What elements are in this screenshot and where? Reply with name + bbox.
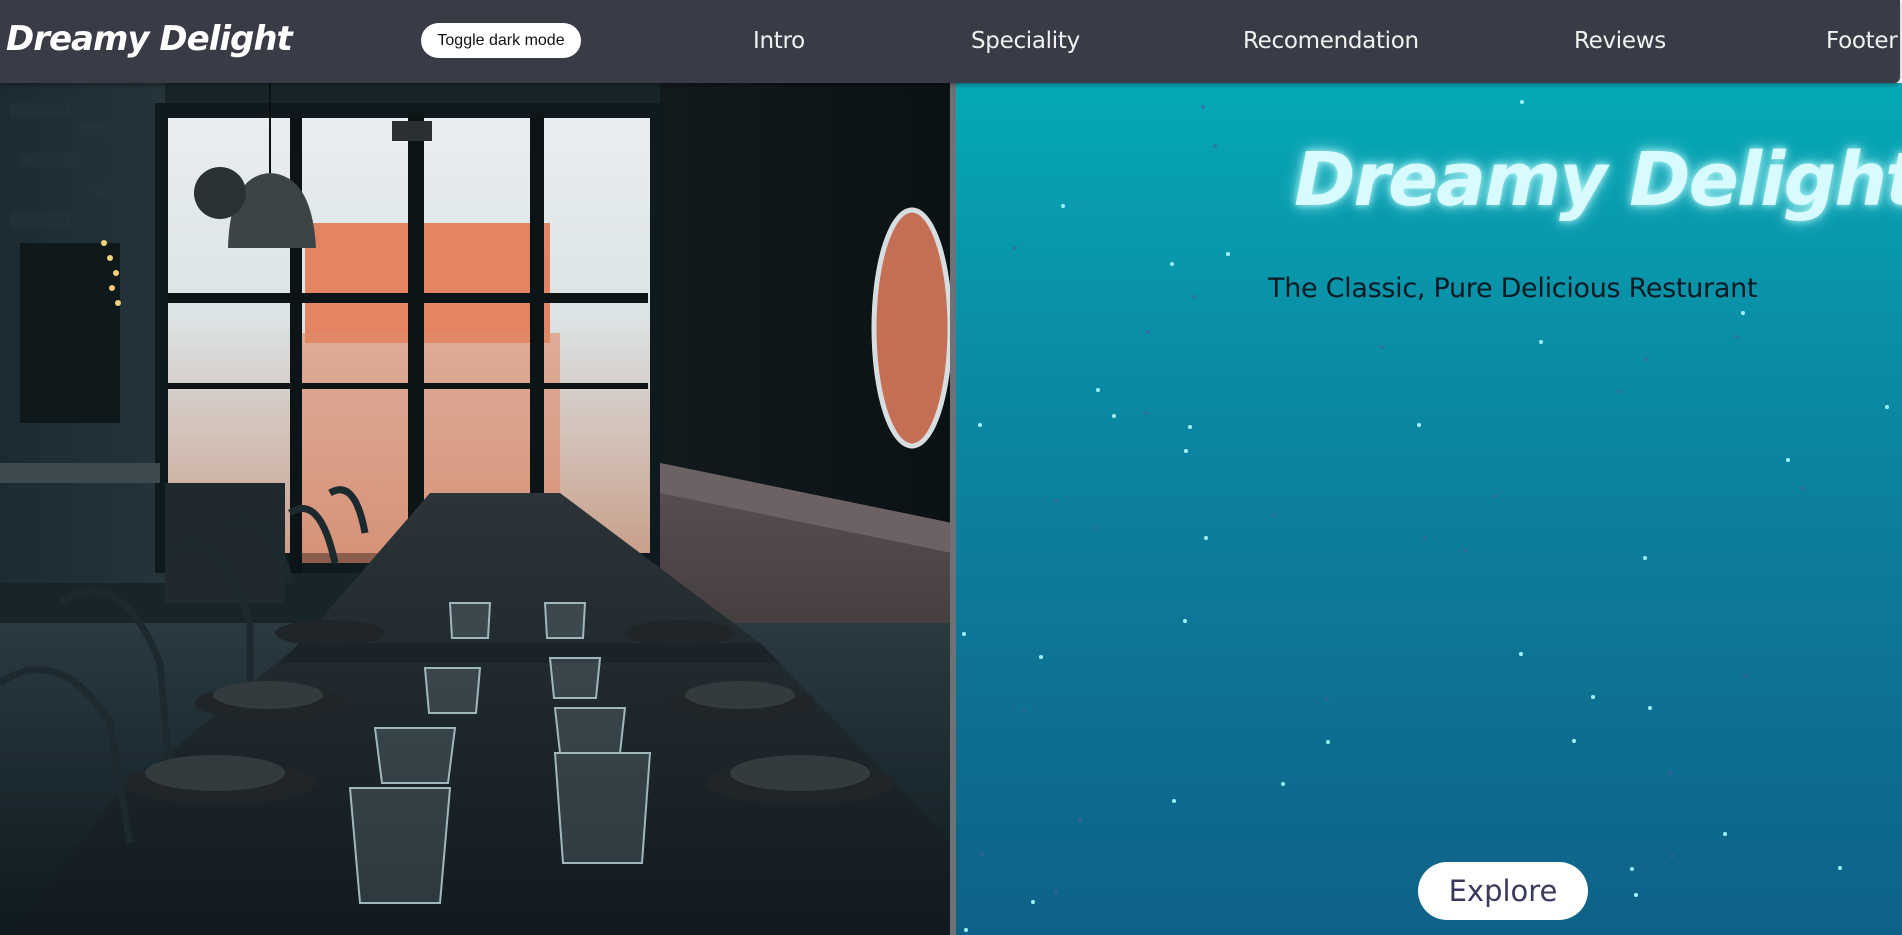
nav-link-reviews[interactable]: Reviews [1574,28,1666,54]
nav-link-speciality[interactable]: Speciality [971,28,1080,54]
nav-link-footer[interactable]: Footer [1826,28,1898,54]
nav-link-recomendation[interactable]: Recomendation [1243,28,1419,54]
explore-button[interactable]: Explore [1418,862,1588,920]
top-navbar: Dreamy Delight Toggle dark mode Intro Sp… [0,0,1900,83]
toggle-dark-mode-button[interactable]: Toggle dark mode [421,23,581,58]
restaurant-photo-illustration [0,83,952,935]
hero-panel: Dreamy Delight The Classic, Pure Delicio… [956,83,1902,935]
restaurant-interior-image [0,83,952,935]
nav-link-intro[interactable]: Intro [753,28,805,54]
hero-title: Dreamy Delight [1294,137,1902,223]
brand-logo[interactable]: Dreamy Delight [6,19,293,59]
hero-subtitle: The Classic, Pure Delicious Resturant [1268,273,1758,304]
